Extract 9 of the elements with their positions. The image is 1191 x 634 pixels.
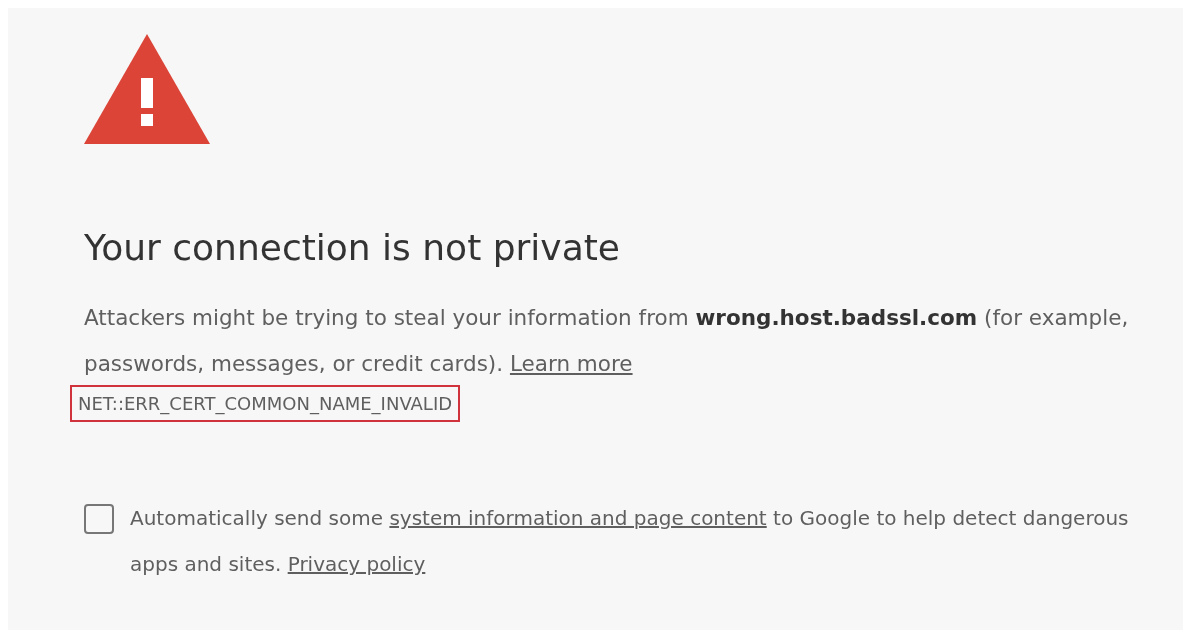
report-checkbox[interactable] [84, 504, 114, 535]
privacy-policy-link[interactable]: Privacy policy [287, 552, 426, 577]
error-code: NET::ERR_CERT_COMMON_NAME_INVALID [70, 385, 461, 423]
learn-more-link[interactable]: Learn more [509, 351, 633, 377]
system-info-link[interactable]: system information and page content [389, 506, 767, 531]
warning-icon [84, 34, 210, 144]
page-heading: Your connection is not private [84, 226, 621, 270]
error-description: Attackers might be trying to steal your information from wrong.host.badssl.com (for example, passwords, messages, or credit cards). Learn more [84, 304, 1130, 379]
report-consent-text: Automatically send some system information and page content to Google to help detect dangerous apps and sites. Privacy policy [130, 505, 1130, 579]
